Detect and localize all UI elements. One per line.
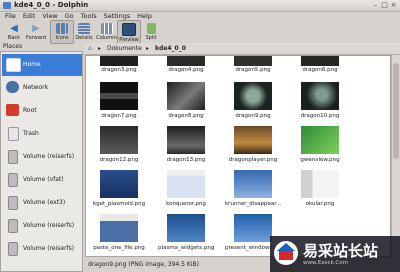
file-thumbnail[interactable] — [100, 214, 138, 242]
place-volume-3[interactable]: Volume (ext3) — [2, 192, 82, 214]
arrow-left-icon: ◀ — [10, 23, 18, 34]
file-thumbnail[interactable] — [301, 126, 339, 154]
file-thumbnail[interactable] — [167, 170, 205, 198]
toolbar: ◀ Back ▶ Forward Icons Details Columns P… — [0, 20, 400, 44]
file-thumbnail[interactable] — [301, 56, 339, 66]
file-thumbnail[interactable] — [167, 82, 205, 110]
file-name[interactable]: krunner_disappear.... — [225, 201, 281, 207]
watermark-url: www.Easck.Com — [303, 260, 348, 266]
breadcrumb-separator-icon: ▸ — [146, 45, 150, 52]
preview-icon — [122, 23, 136, 36]
drive-icon — [8, 219, 18, 233]
file-thumbnail[interactable] — [100, 56, 138, 66]
preview-button[interactable]: Preview — [117, 20, 141, 44]
arrow-right-icon: ▶ — [32, 23, 40, 34]
drive-icon — [8, 173, 18, 187]
minimize-icon[interactable]: – — [372, 2, 379, 9]
status-text: dragon9.png (PNG image, 394.5 KiB) — [88, 261, 199, 268]
place-volume-4[interactable]: Volume (reiserfs) — [2, 215, 82, 237]
place-home[interactable]: Home — [2, 54, 82, 76]
watermark: 易采站长站 www.Easck.Com — [270, 236, 400, 272]
file-name[interactable]: dragon10.png — [292, 113, 348, 119]
file-thumbnail[interactable] — [167, 126, 205, 154]
columns-view-icon — [101, 23, 113, 34]
split-icon — [146, 23, 156, 34]
title-bar: kde4_0_0 - Dolphin – □ × — [0, 0, 400, 12]
file-name[interactable]: dragon7.png — [91, 113, 147, 119]
file-thumbnail[interactable] — [234, 170, 272, 198]
split-button[interactable]: Split — [140, 21, 162, 43]
drive-icon — [8, 242, 18, 256]
file-name[interactable]: dragon5.png — [225, 67, 281, 73]
file-name[interactable]: dragon12.png — [91, 157, 147, 163]
home-icon — [6, 58, 21, 72]
scrollbar-thumb[interactable] — [393, 63, 399, 159]
watermark-text: 易采站长站 — [303, 242, 379, 260]
file-thumbnail[interactable] — [234, 214, 272, 242]
file-thumbnail[interactable] — [234, 82, 272, 110]
place-trash[interactable]: Trash — [2, 123, 82, 145]
file-thumbnail[interactable] — [100, 82, 138, 110]
place-root[interactable]: Root — [2, 100, 82, 122]
file-name[interactable]: okular.png — [292, 201, 348, 207]
place-volume-2[interactable]: Volume (vfat) — [2, 169, 82, 191]
file-thumbnail[interactable] — [100, 126, 138, 154]
file-thumbnail[interactable] — [167, 56, 205, 66]
icons-view-icon — [56, 23, 68, 34]
breadcrumb-item-dokumente[interactable]: Dokumente — [107, 44, 142, 53]
place-volume-5[interactable]: Volume (reiserfs) — [2, 238, 82, 260]
file-name[interactable]: dragon9.png — [225, 113, 281, 119]
places-panel: Home Network Root Trash Volume (reiserfs… — [0, 51, 83, 272]
menu-file[interactable]: File — [5, 12, 16, 21]
vertical-scrollbar[interactable] — [391, 55, 400, 257]
file-name[interactable]: dragon13.png — [158, 157, 214, 163]
trash-icon — [8, 127, 19, 141]
file-name[interactable]: dragon3.png — [91, 67, 147, 73]
window-title: kde4_0_0 - Dolphin — [14, 1, 89, 9]
file-thumbnail[interactable] — [301, 170, 339, 198]
file-thumbnail[interactable] — [301, 82, 339, 110]
places-header: Places — [3, 43, 23, 50]
file-name[interactable]: konqueror.png — [158, 201, 214, 207]
icons-view-button[interactable]: Icons — [50, 20, 74, 44]
breadcrumb-home-icon[interactable]: ⌂ — [88, 44, 92, 53]
root-folder-icon — [6, 104, 19, 116]
breadcrumb-separator-icon: ▸ — [98, 45, 102, 52]
breadcrumb-item-current[interactable]: kde4_0_0 — [155, 44, 186, 53]
file-view[interactable]: dragon3.png dragon4.png dragon5.png drag… — [85, 55, 391, 257]
file-name[interactable]: dragon6.png — [292, 67, 348, 73]
file-name[interactable]: paste_one_file.png — [91, 245, 147, 251]
menu-edit[interactable]: Edit — [23, 12, 36, 21]
file-name[interactable]: kget_plasmoid.png — [91, 201, 147, 207]
file-name[interactable]: dragon4.png — [158, 67, 214, 73]
columns-view-button[interactable]: Columns — [96, 21, 118, 43]
back-button[interactable]: ◀ Back — [3, 21, 25, 43]
dolphin-app-icon — [3, 2, 11, 9]
watermark-logo-icon — [274, 241, 298, 265]
file-thumbnail[interactable] — [100, 170, 138, 198]
drive-icon — [8, 196, 18, 210]
place-volume-1[interactable]: Volume (reiserfs) — [2, 146, 82, 168]
file-thumbnail[interactable] — [234, 126, 272, 154]
file-name[interactable]: dragonplayer.png — [225, 157, 281, 163]
place-network[interactable]: Network — [2, 77, 82, 99]
file-thumbnail[interactable] — [234, 56, 272, 66]
forward-button[interactable]: ▶ Forward — [25, 21, 47, 43]
drive-icon — [8, 150, 18, 164]
breadcrumb: ⌂ ▸ Dokumente ▸ kde4_0_0 — [84, 43, 400, 55]
file-name[interactable]: plasma_widgets.png — [158, 245, 214, 251]
maximize-icon[interactable]: □ — [381, 2, 388, 9]
network-icon — [6, 81, 19, 93]
close-icon[interactable]: × — [390, 2, 397, 9]
details-view-icon — [78, 23, 90, 34]
file-name[interactable]: dragon8.png — [158, 113, 214, 119]
details-view-button[interactable]: Details — [73, 21, 95, 43]
file-thumbnail[interactable] — [167, 214, 205, 242]
menu-tools[interactable]: Tools — [81, 12, 97, 21]
file-name[interactable]: gwenview.png — [292, 157, 348, 163]
